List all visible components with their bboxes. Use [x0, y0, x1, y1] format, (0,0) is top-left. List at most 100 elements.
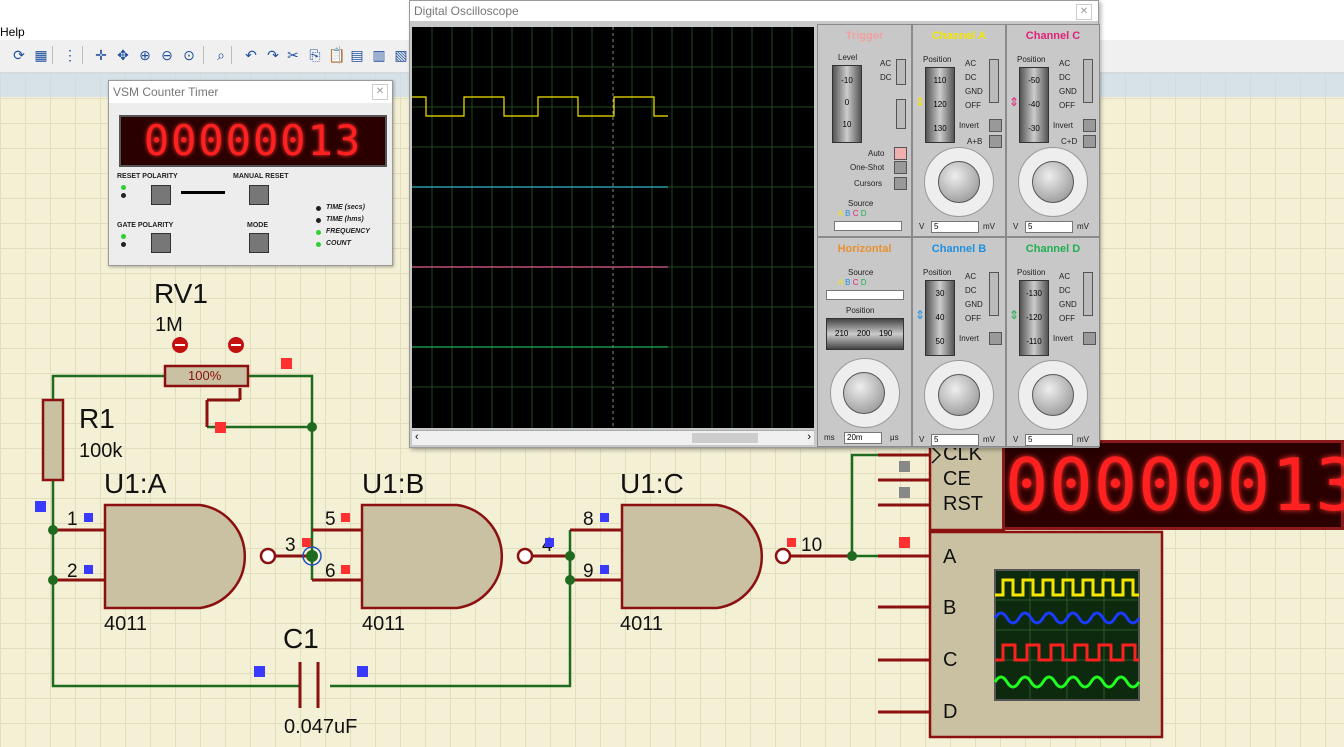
channel-a-panel: Channel A Position 110 120 130 ⇕ AC DC GND OFF Inv… [912, 24, 1006, 237]
zoom-all-icon[interactable]: ⊙ [179, 45, 199, 65]
mode-label: MODE [247, 222, 268, 229]
channel-c-volts-value[interactable]: 5 [1025, 221, 1073, 233]
oscilloscope-screen[interactable] [412, 27, 814, 428]
auto-button[interactable] [894, 147, 907, 160]
channel-b-volts-knob[interactable] [938, 374, 980, 416]
gate-polarity-button[interactable] [151, 233, 171, 253]
trigger-panel: Trigger Level -10 0 10 AC DC Auto One-Sh… [817, 24, 912, 237]
position-arrows-icon: ⇕ [915, 95, 926, 109]
mode-time-hms: TIME (hms) [326, 216, 364, 223]
channel-a-sum-button[interactable] [989, 135, 1002, 148]
refresh-icon[interactable]: ⟳ [9, 45, 29, 65]
trigger-coupling-switch[interactable] [896, 59, 906, 85]
channel-d-volts-knob[interactable] [1032, 374, 1074, 416]
channel-c-coupling-switch[interactable] [1083, 59, 1093, 103]
position-arrows-icon: ⇕ [915, 308, 926, 322]
zoom-out-icon[interactable]: ⊖ [157, 45, 177, 65]
block-rotate-icon[interactable]: ▧ [391, 45, 411, 65]
menu-help[interactable]: Help [0, 25, 25, 39]
channel-a-invert-button[interactable] [989, 119, 1002, 132]
counter-timer-window[interactable]: VSM Counter Timer ✕ 00000013 RESET POLAR… [108, 80, 393, 266]
gate-c-pin8: 8 [583, 509, 594, 530]
channel-a-volts-knob[interactable] [938, 161, 980, 203]
cut-icon[interactable]: ✂ [283, 45, 303, 65]
undo-icon[interactable]: ↶ [241, 45, 261, 65]
channel-a-coupling-switch[interactable] [989, 59, 999, 103]
channel-d-volts-value[interactable]: 5 [1025, 434, 1073, 446]
trigger-dc-label: DC [880, 73, 892, 82]
led-icon [316, 230, 321, 235]
pan-icon[interactable]: ✥ [113, 45, 133, 65]
channel-c-volts-knob[interactable] [1032, 161, 1074, 203]
channel-a-invert-label: Invert [959, 121, 980, 130]
channel-a-volts-value[interactable]: 5 [931, 221, 979, 233]
toolbar-separator [82, 46, 83, 64]
chevron-left-icon[interactable]: ‹ [415, 431, 419, 443]
channel-a-position-slider[interactable]: 110 120 130 [925, 67, 955, 143]
channel-d-position-slider[interactable]: -130 -120 -110 [1019, 280, 1049, 356]
origin-icon[interactable]: ✛ [91, 45, 111, 65]
channel-b-coupling-ac: AC [965, 272, 977, 281]
block-move-icon[interactable]: ▥ [369, 45, 389, 65]
paste-icon[interactable]: 📋 [327, 45, 347, 65]
horizontal-source-slider[interactable] [826, 290, 904, 300]
trigger-edge-switch[interactable] [896, 99, 906, 129]
chevron-right-icon[interactable]: › [807, 431, 811, 443]
source-c: C [852, 209, 859, 218]
channel-c-position-slider[interactable]: -50 -40 -30 [1019, 67, 1049, 143]
reset-polarity-button[interactable] [151, 185, 171, 205]
channel-d-coupling-switch[interactable] [1083, 272, 1093, 316]
one-shot-button[interactable] [894, 161, 907, 174]
toolbar-separator [52, 46, 53, 64]
position-tick: 210 [835, 329, 849, 338]
channel-b-coupling-switch[interactable] [989, 272, 999, 316]
manual-reset-button[interactable] [249, 185, 269, 205]
channel-d-coupling-gnd: GND [1059, 300, 1077, 309]
level-tick: -10 [841, 76, 853, 85]
horizontal-header: Horizontal [837, 243, 892, 255]
horizontal-position-slider[interactable]: 210 200 190 [826, 318, 904, 350]
position-tick: -130 [1025, 289, 1042, 298]
logic-state-low [600, 513, 609, 522]
channel-b-invert-label: Invert [959, 334, 980, 343]
grid-icon[interactable]: ▦ [31, 45, 51, 65]
gate-a-pin3: 3 [285, 535, 296, 556]
logic-state-high [341, 565, 350, 574]
dot-grid-icon[interactable]: ⋮ [60, 45, 80, 65]
channel-d-invert-button[interactable] [1083, 332, 1096, 345]
zoom-in-icon[interactable]: ⊕ [135, 45, 155, 65]
timebase-value[interactable]: 20m [844, 432, 882, 444]
led-icon [121, 234, 126, 239]
gate-c-part: 4011 [620, 613, 664, 635]
trigger-level-slider[interactable]: -10 0 10 [832, 65, 862, 143]
close-icon[interactable]: ✕ [1076, 4, 1092, 20]
channel-c-coupling-gnd: GND [1059, 87, 1077, 96]
logic-state-low [545, 538, 554, 547]
oscilloscope-window[interactable]: Digital Oscilloscope ✕ ‹ › Trigger Level… [409, 0, 1100, 448]
position-tick: -30 [1028, 124, 1040, 133]
block-copy-icon[interactable]: ▤ [347, 45, 367, 65]
zoom-area-icon[interactable]: ⌕ [211, 45, 231, 65]
channel-d-unit-right: mV [1077, 435, 1089, 444]
channel-c-invert-button[interactable] [1083, 119, 1096, 132]
close-icon[interactable]: ✕ [372, 84, 388, 100]
channel-d-unit-left: V [1013, 435, 1019, 444]
reset-polarity-label: RESET POLARITY [117, 173, 178, 180]
channel-c-sum-button[interactable] [1083, 135, 1096, 148]
cursors-button[interactable] [894, 177, 907, 190]
channel-b-invert-button[interactable] [989, 332, 1002, 345]
horizontal-scrollbar[interactable]: ‹ › [412, 430, 814, 445]
mode-button[interactable] [249, 233, 269, 253]
timebase-knob[interactable] [843, 372, 885, 414]
counter-timer-title: VSM Counter Timer [113, 85, 219, 99]
channel-b-volts-value[interactable]: 5 [931, 434, 979, 446]
oscilloscope-titlebar[interactable]: Digital Oscilloscope ✕ [410, 1, 1098, 21]
channel-a-unit-left: V [919, 222, 925, 231]
scrollbar-thumb[interactable] [692, 433, 758, 443]
trigger-source-slider[interactable] [834, 221, 902, 231]
redo-icon[interactable]: ↷ [263, 45, 283, 65]
counter-timer-titlebar[interactable]: VSM Counter Timer ✕ [109, 81, 392, 103]
channel-b-position-slider[interactable]: 30 40 50 [925, 280, 955, 356]
copy-icon[interactable]: ⎘ [305, 45, 325, 65]
channel-b-unit-left: V [919, 435, 925, 444]
